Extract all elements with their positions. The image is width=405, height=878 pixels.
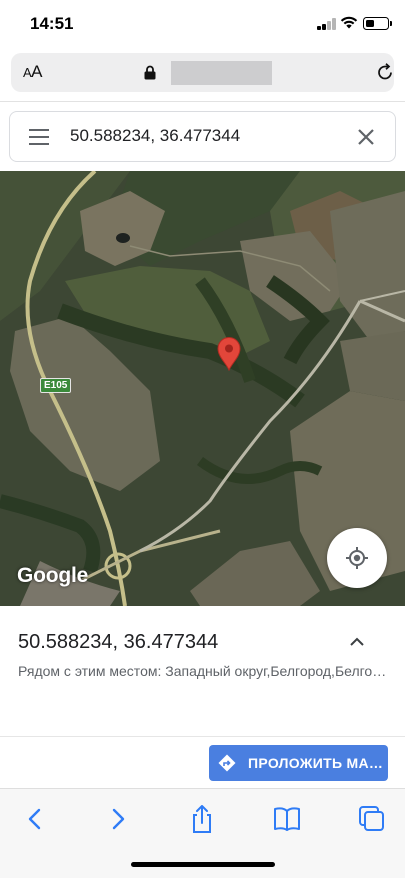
lock-icon <box>144 65 156 80</box>
address-bar[interactable]: AA <box>11 53 394 92</box>
battery-icon <box>363 17 392 30</box>
google-attribution: Google <box>17 564 89 587</box>
action-bar: ПРОЛОЖИТЬ МАРШРУТ <box>0 736 405 788</box>
wifi-icon <box>340 16 358 29</box>
chevron-up-icon[interactable] <box>349 636 365 648</box>
divider <box>0 101 405 102</box>
back-icon[interactable] <box>20 805 50 833</box>
reload-icon[interactable] <box>375 62 395 82</box>
bookmarks-icon[interactable] <box>272 805 302 833</box>
map-pin-icon[interactable] <box>217 337 241 371</box>
hamburger-menu-icon[interactable] <box>29 129 51 145</box>
directions-label: ПРОЛОЖИТЬ МАРШРУТ <box>248 755 384 771</box>
satellite-map[interactable]: E105 Google <box>0 171 405 606</box>
status-bar: 14:51 <box>0 0 405 46</box>
close-icon[interactable] <box>355 126 377 148</box>
home-indicator <box>131 862 275 867</box>
text-size-button[interactable]: AA <box>23 62 43 82</box>
nearby-address: Рядом с этим местом: Западный округ,Белг… <box>18 663 390 679</box>
road-label: E105 <box>40 378 72 393</box>
directions-button[interactable]: ПРОЛОЖИТЬ МАРШРУТ <box>209 745 388 781</box>
search-query[interactable]: 50.588234, 36.477344 <box>70 126 240 146</box>
url-redacted[interactable] <box>171 61 272 85</box>
place-coordinates: 50.588234, 36.477344 <box>18 631 219 653</box>
tabs-icon[interactable] <box>357 805 387 833</box>
my-location-button[interactable] <box>327 528 387 588</box>
my-location-icon <box>346 547 368 569</box>
directions-icon <box>218 754 236 772</box>
forward-icon[interactable] <box>103 805 133 833</box>
clock: 14:51 <box>30 14 74 33</box>
place-info-sheet[interactable]: 50.588234, 36.477344 Рядом с этим местом… <box>0 606 405 736</box>
maps-search-box[interactable]: 50.588234, 36.477344 <box>9 111 396 162</box>
cellular-signal-icon <box>317 18 337 30</box>
share-icon[interactable] <box>187 805 217 833</box>
